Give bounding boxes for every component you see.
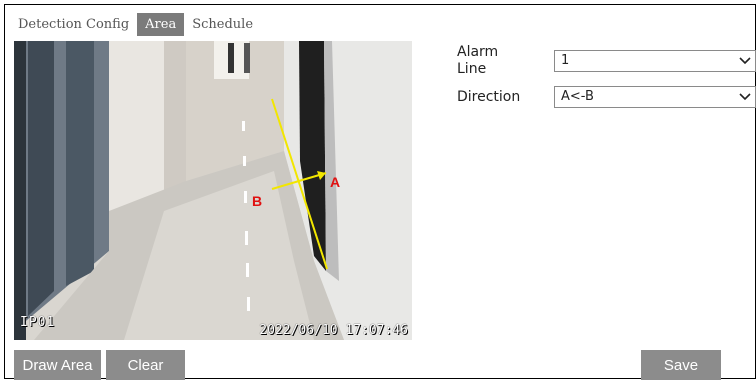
channel-label: IP01 [20,315,56,330]
direction-label: Direction [457,89,521,105]
timestamp-label: 2022/06/10 17:07:46 [259,323,408,338]
alarm-line-select[interactable]: 1 [554,50,756,72]
clear-button[interactable]: Clear [106,350,185,380]
tab-detection-config[interactable]: Detection Config [10,13,137,36]
camera-preview[interactable]: A B IP01 2022/06/10 17:07:46 [14,41,412,340]
save-button[interactable]: Save [641,350,721,380]
tab-bar: Detection Config Area Schedule [10,12,261,37]
camera-scene [14,41,412,340]
draw-area-button[interactable]: Draw Area [14,350,101,380]
alarm-line-label: Alarm Line [457,44,499,77]
chevron-down-icon [739,57,751,65]
tab-area[interactable]: Area [137,13,185,36]
line-label-b: B [252,193,263,209]
direction-select[interactable]: A<-B [554,86,756,108]
tab-schedule[interactable]: Schedule [184,13,261,36]
chevron-down-icon [739,93,751,101]
line-label-a: A [330,174,341,190]
